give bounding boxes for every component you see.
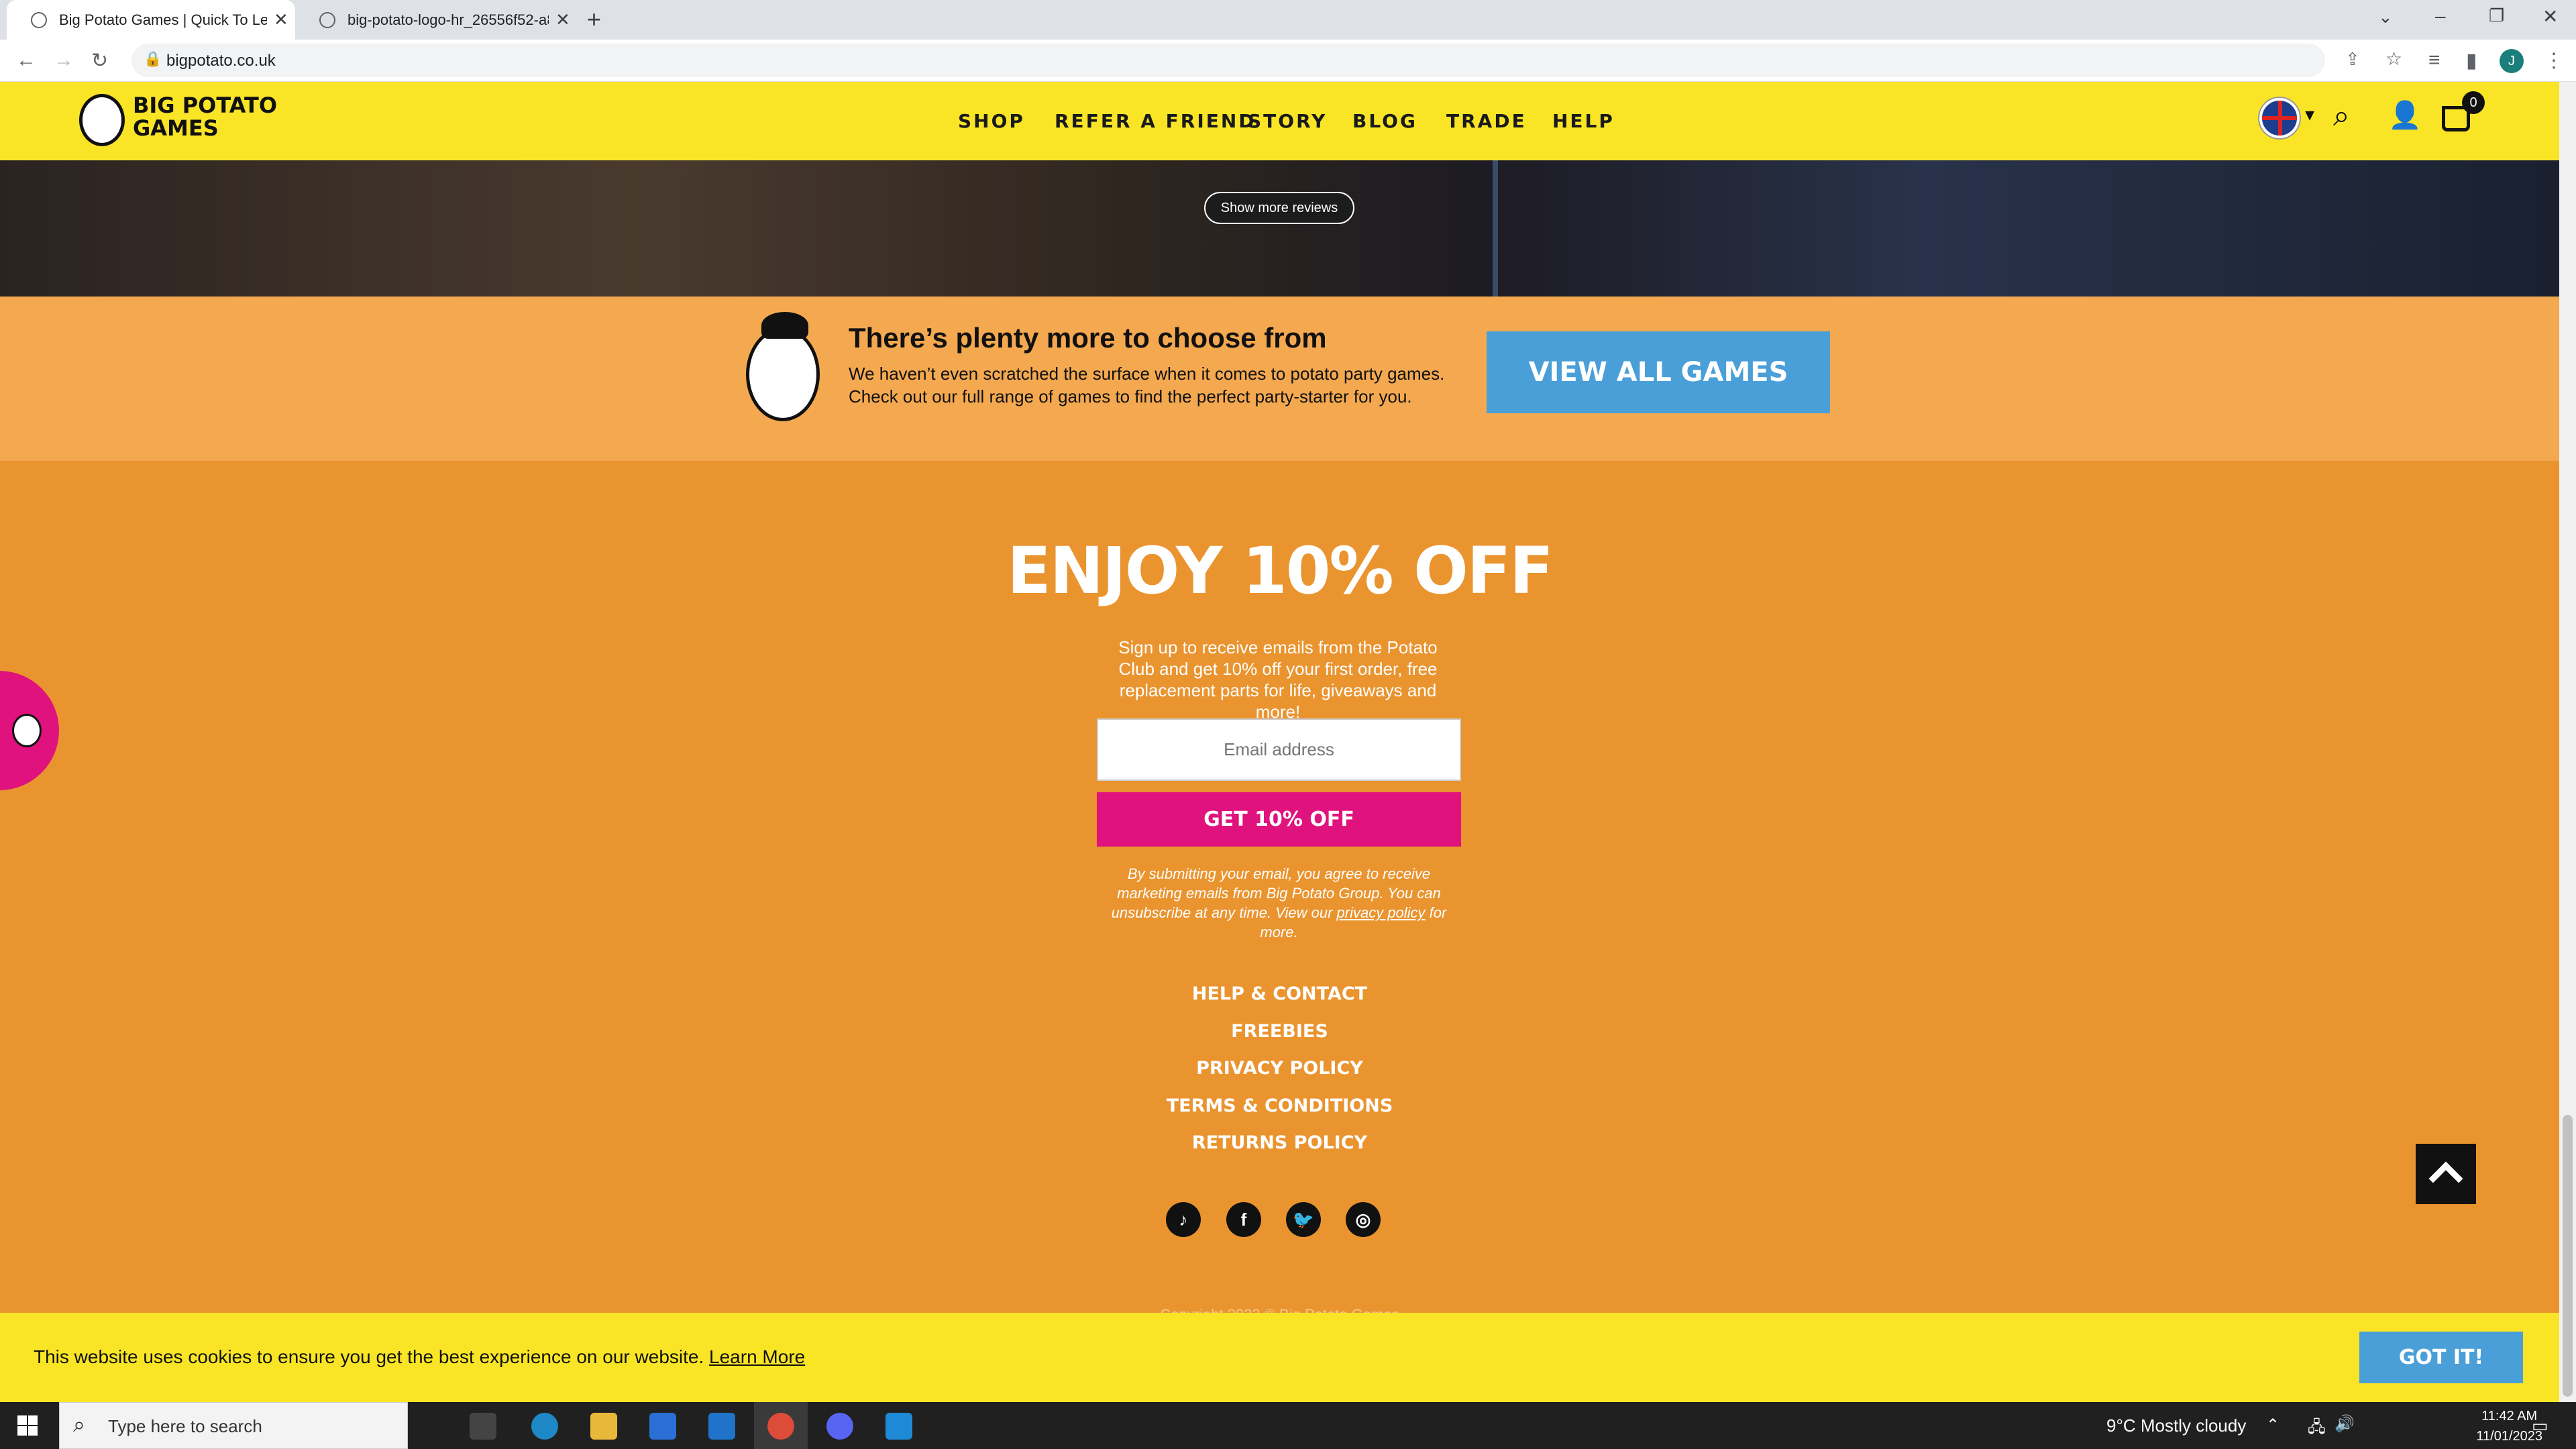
scrollbar-thumb[interactable] — [2563, 1115, 2573, 1397]
share-icon[interactable]: ⇪ — [2345, 49, 2360, 70]
nav-trade[interactable]: TRADE — [1446, 110, 1527, 132]
learn-more-link[interactable]: Learn More — [709, 1346, 805, 1367]
show-more-reviews-button[interactable]: Show more reviews — [1204, 192, 1354, 224]
nav-help[interactable]: HELP — [1552, 110, 1615, 132]
profile-avatar[interactable]: J — [2500, 49, 2524, 73]
taskbar-search-placeholder: Type here to search — [108, 1416, 262, 1436]
tab-logo-image[interactable]: big-potato-logo-hr_26556f52-a8 ✕ — [295, 0, 577, 40]
chevron-up-icon — [2428, 1161, 2463, 1196]
reload-icon[interactable]: ↻ — [91, 49, 108, 72]
cookie-message: This website uses cookies to ensure you … — [34, 1346, 704, 1367]
cart-count-badge: 0 — [2462, 91, 2485, 114]
reviews-hero-image: Show more reviews — [0, 160, 2559, 297]
weather-widget[interactable]: 9°C Mostly cloudy — [2106, 1415, 2246, 1436]
divider — [1493, 160, 1498, 297]
facebook-icon[interactable]: f — [1226, 1202, 1261, 1237]
legal-text: By submitting your email, you agree to r… — [1100, 864, 1458, 942]
page-scrollbar[interactable] — [2559, 82, 2576, 1402]
potato-mascot-icon — [12, 714, 42, 747]
promo-text: We haven’t even scratched the surface wh… — [849, 364, 1445, 407]
discord-icon[interactable] — [826, 1413, 853, 1440]
email-field[interactable] — [1097, 718, 1461, 781]
vscode-icon[interactable] — [885, 1413, 912, 1440]
cookie-text: This website uses cookies to ensure you … — [34, 1346, 805, 1368]
footer-link-help-contact[interactable]: HELP & CONTACT — [0, 983, 2559, 1004]
nav-blog[interactable]: BLOG — [1352, 110, 1417, 132]
chrome-icon[interactable] — [767, 1413, 794, 1440]
footer-link-freebies[interactable]: FREEBIES — [0, 1021, 2559, 1042]
forward-icon[interactable]: → — [54, 49, 74, 72]
discount-heading: ENJOY 10% OFF — [1007, 533, 1554, 608]
uk-flag-icon[interactable] — [2259, 98, 2300, 138]
browser-menu-icon[interactable]: ⋮ — [2544, 49, 2564, 72]
site-header: BIG POTATO GAMES SHOP REFER A FRIEND STO… — [0, 82, 2559, 160]
address-bar-row: ← → ↻ 🔒 bigpotato.co.uk ⇪ ☆ ≡ ▮ J ⋮ — [0, 40, 2576, 82]
logo-line-1: BIG POTATO — [133, 93, 278, 118]
bookmark-star-icon[interactable]: ☆ — [2385, 48, 2402, 70]
promo-title: There’s plenty more to choose from — [849, 322, 1327, 354]
tab-search-icon[interactable]: ⌄ — [2378, 7, 2393, 28]
site-logo[interactable]: BIG POTATO GAMES — [133, 94, 277, 140]
volume-icon[interactable]: 🔊 — [2334, 1414, 2355, 1434]
close-tab-icon[interactable]: ✕ — [274, 9, 288, 30]
close-tab-icon[interactable]: ✕ — [555, 9, 570, 30]
side-panel-icon[interactable]: ▮ — [2466, 49, 2477, 72]
back-to-top-button[interactable] — [2416, 1144, 2476, 1204]
potato-logo-icon[interactable] — [79, 94, 125, 146]
back-icon[interactable]: ← — [16, 49, 36, 72]
cookie-banner: This website uses cookies to ensure you … — [0, 1313, 2559, 1402]
signup-text: Sign up to receive emails from the Potat… — [1118, 637, 1438, 722]
windows-start-icon[interactable] — [17, 1415, 38, 1436]
url-text: bigpotato.co.uk — [166, 52, 276, 70]
task-view-icon[interactable] — [470, 1413, 496, 1440]
taskbar-search-box[interactable]: ⌕ Type here to search — [59, 1402, 408, 1449]
tiktok-icon[interactable]: ♪ — [1166, 1202, 1201, 1237]
tab-title: big-potato-logo-hr_26556f52-a8 — [347, 11, 549, 28]
file-explorer-icon[interactable] — [590, 1413, 617, 1440]
instagram-icon[interactable]: ◎ — [1346, 1202, 1381, 1237]
tab-title: Big Potato Games | Quick To Lea — [59, 11, 267, 28]
edge-icon[interactable] — [531, 1413, 558, 1440]
browser-tab-strip: Big Potato Games | Quick To Lea ✕ big-po… — [0, 0, 2576, 40]
promo-band: There’s plenty more to choose from We ha… — [0, 297, 2559, 461]
windows-taskbar: ⌕ Type here to search 9°C Mostly cloudy … — [0, 1402, 2576, 1449]
potato-favicon-icon — [31, 11, 47, 28]
tray-chevron-up-icon[interactable]: ⌃ — [2266, 1415, 2279, 1435]
mail-icon[interactable] — [708, 1413, 735, 1440]
nav-shop[interactable]: SHOP — [958, 110, 1025, 132]
site-footer: ENJOY 10% OFF Sign up to receive emails … — [0, 461, 2559, 1323]
reading-list-icon[interactable]: ≡ — [2428, 49, 2440, 72]
chevron-down-icon[interactable]: ▾ — [2305, 103, 2314, 125]
lock-icon: 🔒 — [144, 50, 162, 67]
search-icon[interactable]: ⌕ — [2333, 99, 2350, 133]
footer-link-returns[interactable]: RETURNS POLICY — [0, 1132, 2559, 1153]
store-icon[interactable] — [649, 1413, 676, 1440]
close-window-icon[interactable]: ✕ — [2542, 5, 2558, 28]
footer-link-terms[interactable]: TERMS & CONDITIONS — [0, 1095, 2559, 1116]
nav-refer-a-friend[interactable]: REFER A FRIEND — [1055, 110, 1256, 132]
nav-story[interactable]: STORY — [1248, 110, 1327, 132]
restore-icon[interactable]: ❐ — [2489, 5, 2504, 26]
search-icon: ⌕ — [73, 1412, 85, 1436]
network-icon[interactable]: 🖧 — [2308, 1415, 2326, 1443]
account-icon[interactable]: 👤 — [2388, 99, 2422, 131]
logo-line-2: GAMES — [133, 115, 219, 141]
minimize-icon[interactable]: – — [2435, 5, 2446, 27]
new-tab-icon[interactable]: + — [587, 5, 601, 34]
tab-big-potato[interactable]: Big Potato Games | Quick To Lea ✕ — [7, 0, 295, 40]
globe-icon — [319, 11, 335, 28]
get-discount-button[interactable]: GET 10% OFF — [1097, 792, 1461, 847]
privacy-policy-link[interactable]: privacy policy — [1337, 904, 1426, 921]
notifications-icon[interactable]: ▭ — [2532, 1415, 2548, 1436]
omnibox[interactable]: 🔒 bigpotato.co.uk ⇪ ☆ — [131, 44, 2402, 77]
footer-link-privacy-policy[interactable]: PRIVACY POLICY — [0, 1058, 2559, 1079]
twitter-icon[interactable]: 🐦 — [1286, 1202, 1321, 1237]
cookie-accept-button[interactable]: GOT IT! — [2359, 1332, 2523, 1383]
view-all-games-button[interactable]: VIEW ALL GAMES — [1487, 331, 1830, 413]
potato-mascot-icon — [746, 312, 820, 421]
